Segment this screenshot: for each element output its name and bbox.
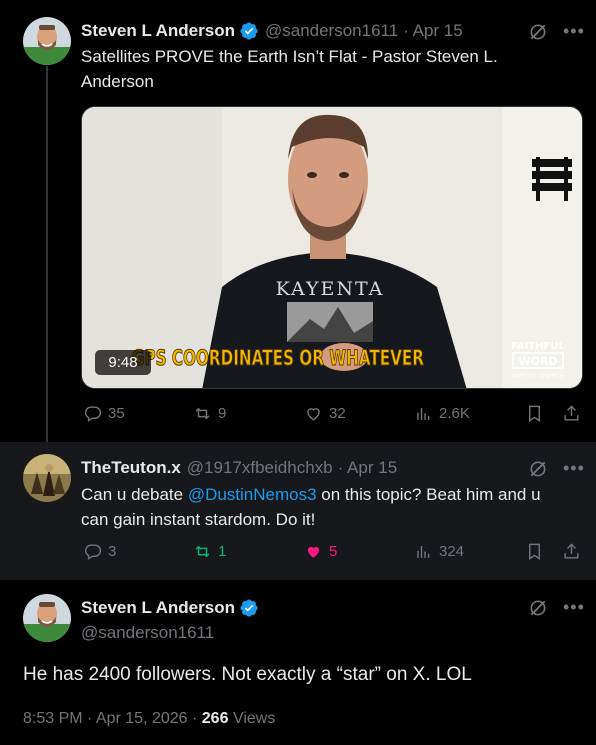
tweet-text: He has 2400 followers. Not exactly a “st… <box>23 664 472 685</box>
reply-count: 3 <box>108 543 117 560</box>
bookmark-button[interactable] <box>525 542 550 561</box>
share-icon <box>564 543 579 559</box>
reply-icon <box>84 406 102 422</box>
views-icon <box>417 545 430 558</box>
views-count: 266 <box>201 710 229 727</box>
author-name[interactable]: Steven L Anderson <box>81 598 235 618</box>
reply-icon <box>84 544 102 560</box>
tweet-date[interactable]: · Apr 15 <box>403 21 463 41</box>
tweet-date[interactable]: · Apr 15 <box>338 458 398 478</box>
thread-connector-line <box>46 66 48 442</box>
tweet-header: Steven L Anderson <box>81 598 259 618</box>
like-count: 32 <box>329 405 346 422</box>
tweet-header: Steven L Anderson @sanderson1611 · Apr 1… <box>81 21 463 41</box>
more-icon[interactable]: ••• <box>563 21 585 42</box>
author-avatar[interactable] <box>23 594 71 642</box>
verified-badge-icon <box>240 599 258 617</box>
church-logo: FAITHFUL WORD BAPTIST CHURCH <box>511 341 565 380</box>
share-button[interactable] <box>562 542 587 561</box>
repost-count: 1 <box>218 543 227 560</box>
reply-button[interactable]: 3 <box>83 542 116 561</box>
author-handle[interactable]: @1917xfbeidhchxb <box>187 458 333 478</box>
repost-icon <box>195 407 210 420</box>
bookmark-button[interactable] <box>525 404 550 423</box>
action-bar: 3 1 5 324 <box>0 542 596 570</box>
mention-link[interactable]: @DustinNemos3 <box>188 485 317 504</box>
share-icon <box>564 405 579 421</box>
grok-icon[interactable] <box>528 22 548 42</box>
views-label: Views <box>232 710 276 727</box>
grok-icon[interactable] <box>528 598 548 618</box>
repost-button[interactable]: 1 <box>193 542 226 561</box>
author-name[interactable]: Steven L Anderson <box>81 21 235 41</box>
svg-text:FAITHFUL: FAITHFUL <box>511 341 565 352</box>
author-name[interactable]: TheTeuton.x <box>81 458 181 478</box>
tweet-text-part: on this topic? Beat him and u <box>316 485 541 504</box>
repost-button[interactable]: 9 <box>193 404 226 423</box>
reply-button[interactable]: 35 <box>83 404 125 423</box>
reply-count: 35 <box>108 405 125 422</box>
views-count: 2.6K <box>439 405 470 422</box>
video-duration: 9:48 <box>95 350 151 375</box>
like-count: 5 <box>329 543 338 560</box>
repost-count: 9 <box>218 405 227 422</box>
verified-badge-icon <box>240 22 258 40</box>
action-bar: 35 9 32 2.6K <box>0 404 596 432</box>
tweet-header: TheTeuton.x @1917xfbeidhchxb · Apr 15 <box>81 458 397 478</box>
svg-text:BAPTIST CHURCH: BAPTIST CHURCH <box>512 373 564 380</box>
video-player[interactable]: KAYENTA GPS COORDINATES OR WHATEVER FAIT… <box>81 106 583 389</box>
tweet-meta: 8:53 PM · Apr 15, 2026 · 266 Views <box>23 710 275 728</box>
tweet-timestamp[interactable]: 8:53 PM · Apr 15, 2026 · <box>23 710 197 727</box>
like-icon <box>307 546 320 558</box>
like-button[interactable]: 5 <box>304 542 337 561</box>
video-caption: GPS COORDINATES OR WHATEVER <box>132 346 424 370</box>
author-handle[interactable]: @sanderson1611 <box>81 623 214 643</box>
shirt-text: KAYENTA <box>276 278 385 300</box>
share-button[interactable] <box>562 404 587 423</box>
views-button[interactable]: 2.6K <box>414 404 470 423</box>
author-avatar[interactable] <box>23 454 71 502</box>
views-button[interactable]: 324 <box>414 542 464 561</box>
svg-text:WORD: WORD <box>518 355 557 368</box>
views-icon <box>417 407 430 420</box>
tweet-text-part: can gain instant stardom. Do it! <box>81 510 316 529</box>
tweet-text: Can u debate @DustinNemos3 on this topic… <box>81 482 581 532</box>
more-icon[interactable]: ••• <box>563 458 585 479</box>
tweet-text: Satellites PROVE the Earth Isn’t Flat - … <box>81 47 498 91</box>
like-button[interactable]: 32 <box>304 404 346 423</box>
author-avatar[interactable] <box>23 17 71 65</box>
tweet-text-part: Can u debate <box>81 485 188 504</box>
more-icon[interactable]: ••• <box>563 597 585 618</box>
bookmark-icon <box>529 543 540 560</box>
repost-icon <box>195 545 210 558</box>
views-count: 324 <box>439 543 465 560</box>
bookmark-icon <box>529 405 540 422</box>
grok-icon[interactable] <box>528 459 548 479</box>
like-icon <box>307 408 320 421</box>
author-handle[interactable]: @sanderson1611 <box>265 21 398 41</box>
